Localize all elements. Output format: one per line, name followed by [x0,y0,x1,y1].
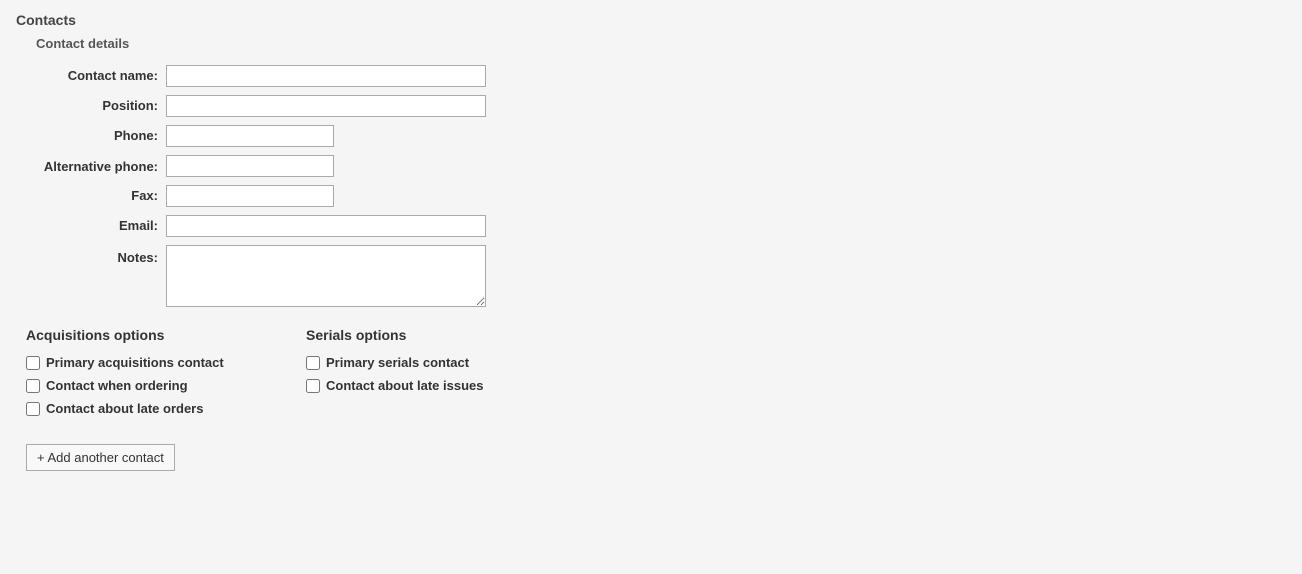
contact-name-label: Contact name: [26,65,166,87]
position-row: Position: [26,95,1286,117]
position-label: Position: [26,95,166,117]
alt-phone-row: Alternative phone: [26,155,1286,177]
serials-title: Serials options [306,327,586,343]
contact-late-orders-row: Contact about late orders [26,401,306,416]
email-label: Email: [26,215,166,237]
fax-label: Fax: [26,185,166,207]
email-input[interactable] [166,215,486,237]
primary-serials-row: Primary serials contact [306,355,586,370]
fax-input[interactable] [166,185,334,207]
section-subtitle: Contact details [36,36,1286,51]
contact-late-issues-checkbox[interactable] [306,379,320,393]
acquisitions-options: Acquisitions options Primary acquisition… [26,327,306,424]
contact-form: Contact name: Position: Phone: Alternati… [26,65,1286,307]
primary-acq-label: Primary acquisitions contact [46,355,224,370]
contact-ordering-checkbox[interactable] [26,379,40,393]
phone-input[interactable] [166,125,334,147]
page-title: Contacts [16,12,1286,28]
notes-label: Notes: [26,245,166,269]
fax-row: Fax: [26,185,1286,207]
notes-row: Notes: [26,245,1286,307]
alt-phone-input[interactable] [166,155,334,177]
contact-late-orders-checkbox[interactable] [26,402,40,416]
page-container: Contacts Contact details Contact name: P… [0,0,1302,574]
alt-phone-label: Alternative phone: [26,157,166,175]
options-area: Acquisitions options Primary acquisition… [26,327,1286,424]
contact-late-orders-label: Contact about late orders [46,401,203,416]
phone-row: Phone: [26,125,1286,147]
phone-label: Phone: [26,125,166,147]
primary-serials-label: Primary serials contact [326,355,469,370]
contact-ordering-row: Contact when ordering [26,378,306,393]
contact-ordering-label: Contact when ordering [46,378,188,393]
acquisitions-title: Acquisitions options [26,327,306,343]
primary-serials-checkbox[interactable] [306,356,320,370]
position-input[interactable] [166,95,486,117]
primary-acq-checkbox[interactable] [26,356,40,370]
contact-name-input[interactable] [166,65,486,87]
notes-textarea[interactable] [166,245,486,307]
contact-late-issues-label: Contact about late issues [326,378,483,393]
contact-name-row: Contact name: [26,65,1286,87]
serials-options: Serials options Primary serials contact … [306,327,586,424]
primary-acq-row: Primary acquisitions contact [26,355,306,370]
add-another-contact-button[interactable]: + Add another contact [26,444,175,471]
contact-late-issues-row: Contact about late issues [306,378,586,393]
email-row: Email: [26,215,1286,237]
